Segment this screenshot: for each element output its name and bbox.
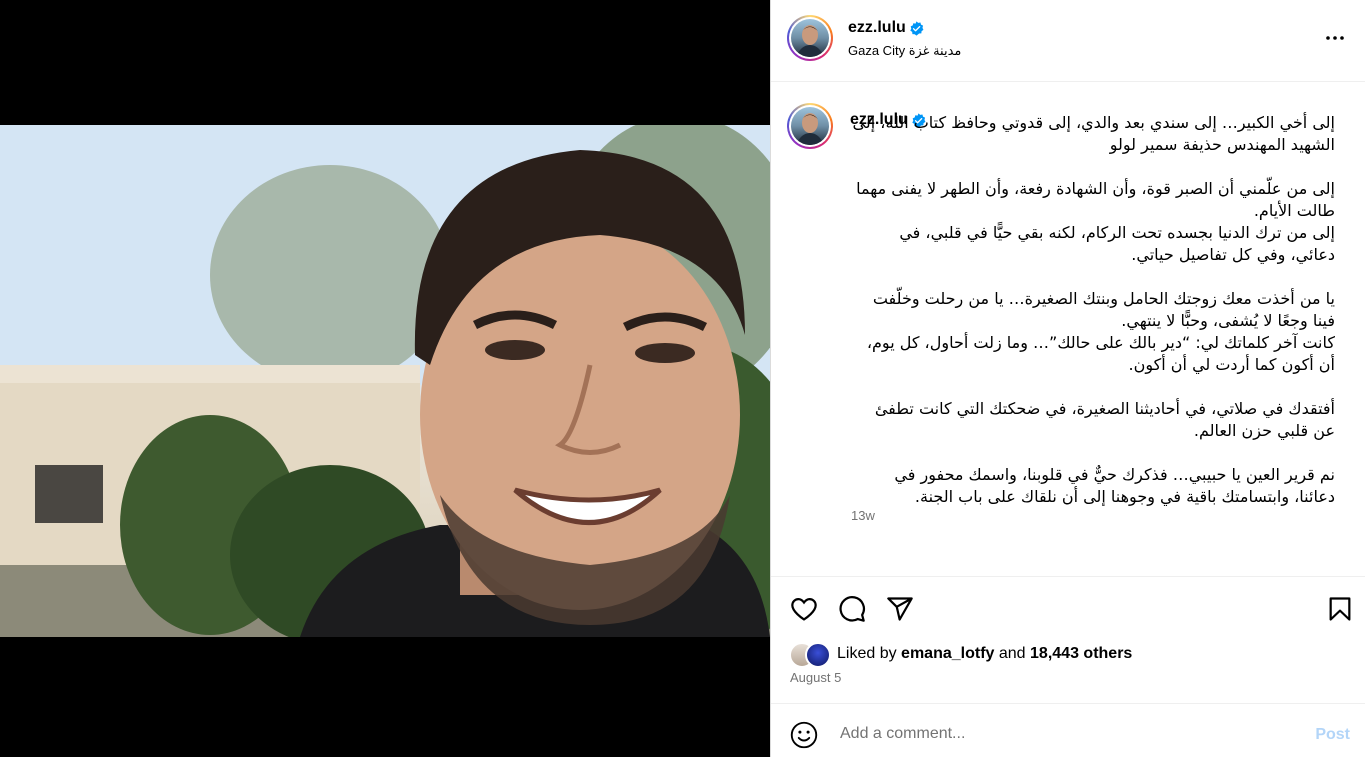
caption-avatar[interactable] (787, 103, 833, 149)
likes-summary[interactable]: Liked by emana_lotfy and 18,443 others (837, 645, 1132, 663)
verified-badge-icon (910, 21, 924, 36)
liker-username[interactable]: emana_lotfy (901, 645, 994, 662)
emoji-icon[interactable] (790, 721, 818, 749)
post-date[interactable]: August 5 (790, 670, 841, 685)
post-comment-button[interactable]: Post (1315, 726, 1350, 744)
author-avatar[interactable] (787, 15, 833, 61)
send-icon[interactable] (886, 595, 914, 623)
bookmark-icon[interactable] (1326, 595, 1354, 623)
liker-avatar[interactable] (805, 642, 831, 668)
likes-joiner: and (998, 645, 1026, 662)
likes-count[interactable]: 18,443 others (1030, 645, 1132, 662)
caption-area: ezz.lulu إلى أخي الكبير… إلى سندي بعد وا… (771, 82, 1365, 576)
post-photo (0, 125, 770, 637)
post-details-panel: ezz.lulu Gaza City مدينة غزة ezz.lulu إل… (771, 0, 1365, 757)
post-caption: إلى أخي الكبير… إلى سندي بعد والدي، إلى … (852, 113, 1335, 506)
post-location[interactable]: Gaza City مدينة غزة (848, 43, 961, 59)
heart-icon[interactable] (790, 595, 818, 623)
post-header: ezz.lulu Gaza City مدينة غزة (771, 0, 1365, 82)
action-bar (771, 576, 1365, 637)
post-media[interactable] (0, 0, 770, 757)
author-username[interactable]: ezz.lulu (848, 19, 906, 37)
caption-time-ago[interactable]: 13w (851, 508, 875, 523)
comment-bar: Post (771, 703, 1365, 758)
likes-row: Liked by emana_lotfy and 18,443 others (789, 640, 1349, 668)
comment-input[interactable] (838, 718, 1282, 750)
comment-icon[interactable] (838, 595, 866, 623)
likes-prefix: Liked by (837, 645, 897, 662)
more-horizontal-icon[interactable] (1323, 26, 1347, 50)
